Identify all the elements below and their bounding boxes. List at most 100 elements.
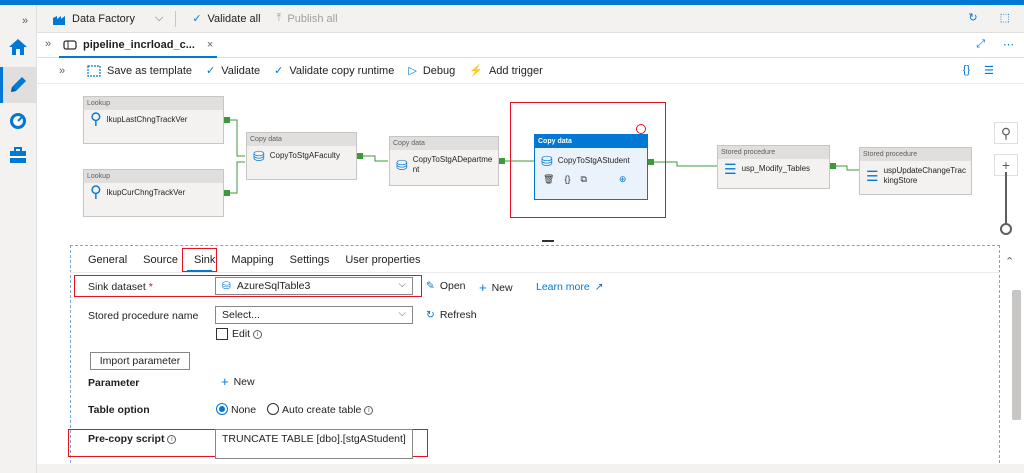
new-dataset-button[interactable]: + New <box>479 280 513 295</box>
activity-type: Stored procedure <box>718 146 829 159</box>
tab-pipeline[interactable]: pipeline_incrload_c... × <box>59 33 218 58</box>
sink-dataset-dropdown[interactable]: ⛁ AzureSqlTable3 ⌵ <box>215 277 413 295</box>
search-icon[interactable]: ⚲ <box>994 122 1018 144</box>
chevron-down-icon: ⌵ <box>398 279 406 290</box>
table-option-label: Table option <box>88 404 150 416</box>
sink-dataset-label: Sink dataset * <box>88 281 153 293</box>
checkmark-icon: ✓ <box>206 65 216 77</box>
tab-title: pipeline_incrload_c... <box>83 38 195 51</box>
trigger-icon: ⚡ <box>469 65 483 77</box>
external-link-icon: ↗ <box>594 281 604 293</box>
maximize-icon[interactable]: ⤢ <box>976 38 985 51</box>
open-button[interactable]: ✎ Open <box>426 280 466 292</box>
add-trigger-button[interactable]: ⚡ Add trigger <box>469 64 543 78</box>
active-tab-indicator <box>187 270 212 272</box>
properties-tabs: General Source Sink Mapping Settings Use… <box>88 252 437 270</box>
bottom-status-bar <box>37 464 1024 473</box>
expand-resources-icon[interactable]: » <box>45 38 51 50</box>
activity-sp-update[interactable]: Stored procedure ☰ uspUpdateChangeTrac k… <box>859 147 972 195</box>
collapse-activities-icon[interactable]: » <box>59 65 65 77</box>
info-icon: i <box>167 435 177 444</box>
tab-settings[interactable]: Settings <box>290 252 330 270</box>
tab-mapping[interactable]: Mapping <box>231 252 273 270</box>
panel-scrollbar[interactable] <box>1012 290 1021 420</box>
activity-name: CopyToStgADepartme nt <box>412 155 493 174</box>
import-parameter-button[interactable]: Import parameter <box>90 352 190 370</box>
chevron-down-icon: ⌵ <box>154 12 164 24</box>
new-parameter-label: New <box>233 375 255 388</box>
publish-all-button[interactable]: ⤒ Publish all <box>277 12 338 25</box>
refresh-button[interactable]: ↻ Refresh <box>426 309 477 321</box>
stored-procedure-icon: ☰ <box>724 161 737 177</box>
divider <box>175 10 177 27</box>
parameter-label: Parameter <box>88 377 140 389</box>
new-parameter-button[interactable]: + New <box>221 374 255 389</box>
debug-button[interactable]: ▷ Debug <box>408 64 455 78</box>
precopy-label: Pre-copy script i <box>88 433 177 445</box>
activity-copy-faculty[interactable]: Copy data ⛁ CopyToStgAFaculty <box>246 132 357 180</box>
activity-name: CopyToStgAFaculty <box>269 151 340 160</box>
factory-label: Data Factory <box>72 12 135 25</box>
save-as-template-button[interactable]: Save as template <box>87 65 192 77</box>
success-port[interactable] <box>830 163 836 169</box>
learn-more-link[interactable]: Learn more ↗ <box>536 281 604 293</box>
zoom-slider-track[interactable] <box>1005 172 1007 227</box>
validate-copy-runtime-label: Validate copy runtime <box>289 64 395 77</box>
success-port[interactable] <box>499 158 505 164</box>
table-option-auto-radio[interactable] <box>267 403 279 415</box>
checkmark-icon: ✓ <box>274 65 284 77</box>
tab-user-properties[interactable]: User properties <box>345 252 420 270</box>
required-marker: * <box>148 281 153 293</box>
validate-all-label: Validate all <box>207 12 261 25</box>
validate-button[interactable]: ✓ Validate <box>206 64 260 78</box>
zoom-controls: ⚲ + <box>990 122 1020 242</box>
activity-copy-department[interactable]: Copy data ⛁ CopyToStgADepartme nt <box>389 136 499 186</box>
plus-icon: + <box>221 374 229 389</box>
table-option-none-radio[interactable] <box>216 403 228 415</box>
learn-more-label: Learn more <box>536 281 590 293</box>
activity-sp-modify[interactable]: Stored procedure ☰ usp_Modify_Tables <box>717 145 830 189</box>
close-icon[interactable]: × <box>207 39 213 51</box>
code-braces-icon[interactable]: {} <box>963 64 970 77</box>
info-icon: i <box>253 330 263 339</box>
tabs-underline <box>70 272 1000 273</box>
discard-icon[interactable]: ⬚ <box>1000 11 1010 24</box>
stored-procedure-dropdown[interactable]: Select... ⌵ <box>215 306 413 324</box>
activity-type: Copy data <box>390 137 498 150</box>
upload-icon: ⤒ <box>276 12 282 24</box>
rail-expand-icon[interactable]: » <box>22 15 28 27</box>
home-icon[interactable] <box>6 35 30 59</box>
checkmark-icon: ✓ <box>192 13 202 25</box>
factory-icon <box>53 15 65 25</box>
new-label: New <box>491 281 513 294</box>
precopy-label-text: Pre-copy script <box>88 433 165 445</box>
more-icon[interactable]: ⋯ <box>1003 38 1014 51</box>
left-rail: » <box>0 5 37 473</box>
resize-handle[interactable] <box>542 240 554 242</box>
tab-general[interactable]: General <box>88 252 127 270</box>
template-icon <box>87 64 101 77</box>
edit-checkbox[interactable] <box>216 328 228 340</box>
save-as-template-label: Save as template <box>107 64 192 77</box>
validate-copy-runtime-button[interactable]: ✓ Validate copy runtime <box>274 64 395 78</box>
monitor-icon[interactable] <box>6 109 30 133</box>
properties-icon[interactable]: ☰ <box>984 64 994 77</box>
factory-selector[interactable]: Data Factory ⌵ <box>53 12 163 25</box>
success-port[interactable] <box>357 153 363 159</box>
tab-source[interactable]: Source <box>143 252 178 270</box>
add-trigger-label: Add trigger <box>488 64 543 77</box>
highlight-box <box>182 248 217 272</box>
stored-procedure-icon: ☰ <box>866 168 879 184</box>
refresh-label: Refresh <box>439 309 477 321</box>
validate-all-button[interactable]: ✓ Validate all <box>192 12 261 26</box>
author-pencil-icon[interactable] <box>6 73 30 97</box>
sink-dataset-label-text: Sink dataset <box>88 281 146 293</box>
manage-toolbox-icon[interactable] <box>6 143 30 167</box>
chevron-up-icon[interactable]: ⌃ <box>1005 255 1014 268</box>
refresh-icon[interactable]: ↻ <box>968 11 977 24</box>
edit-label: Edit i <box>232 328 263 340</box>
copy-data-icon: ⛁ <box>253 148 265 164</box>
precopy-script-input[interactable]: TRUNCATE TABLE [dbo].[stgAStudent] <box>215 429 413 459</box>
copy-data-icon: ⛁ <box>396 157 408 173</box>
zoom-slider-knob[interactable] <box>1000 223 1012 235</box>
